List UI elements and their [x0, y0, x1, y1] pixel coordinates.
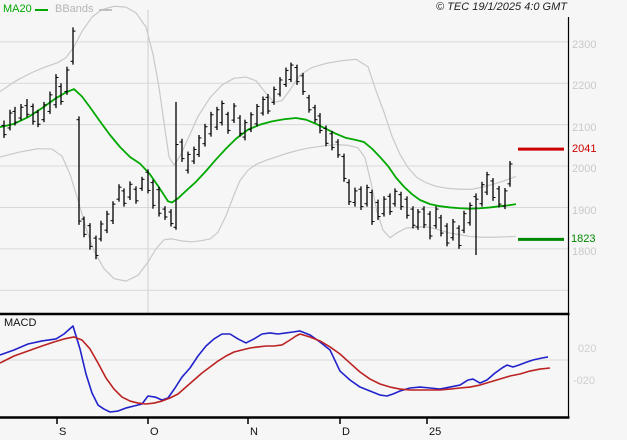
month-tick-jan25: 25: [429, 426, 442, 438]
price-tick-1800: 1800: [572, 246, 597, 258]
macd-panel-title: MACD: [4, 317, 37, 329]
month-tick-dec: D: [342, 426, 350, 438]
macd-tick-neg: -020: [573, 375, 596, 387]
month-tick-sep: S: [59, 426, 67, 438]
macd-tick-pos: 020: [578, 343, 597, 355]
month-tick-oct: O: [150, 426, 159, 438]
price-tick-2200: 2200: [572, 80, 597, 92]
legend-ma20-label: MA20: [3, 3, 32, 15]
price-tick-1900: 1900: [572, 205, 597, 217]
price-tick-2100: 2100: [572, 122, 597, 134]
resistance-level-label: 2041: [572, 143, 597, 155]
legend-bbands-label: BBands: [55, 3, 94, 15]
ma20-line-swatch: [35, 9, 48, 11]
price-tick-2000: 2000: [572, 163, 597, 175]
support-level-label: 1823: [571, 233, 596, 245]
chart-canvas: [0, 5, 570, 424]
price-tick-2300: 2300: [572, 39, 597, 51]
copyright-text: © TEC 19/1/2025 4:0 GMT: [436, 1, 567, 13]
bbands-line-swatch: [99, 9, 112, 11]
stock-chart-window: MA20 BBands © TEC 19/1/2025 4:0 GMT 2300…: [0, 0, 627, 440]
month-tick-nov: N: [250, 426, 258, 438]
